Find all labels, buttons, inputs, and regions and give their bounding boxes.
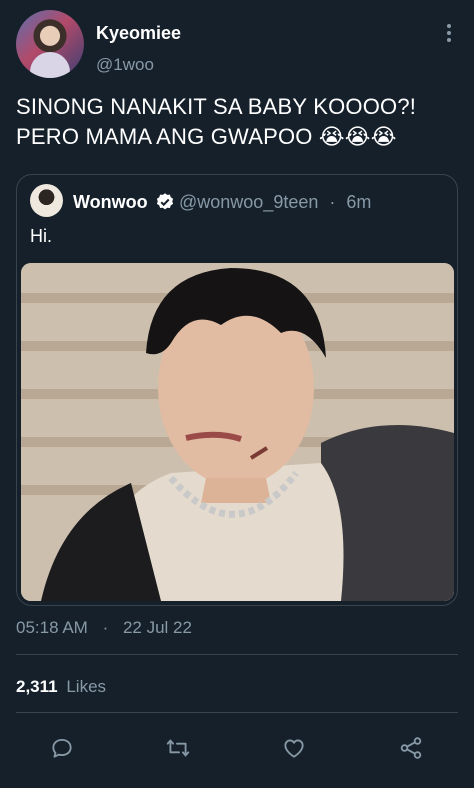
quoted-user-avatar[interactable]: [30, 184, 63, 217]
share-icon: [400, 737, 422, 759]
quoted-text: Hi.: [30, 226, 52, 246]
tweet-text-line: SINONG NANAKIT SA BABY KOOOO?!: [16, 94, 417, 119]
quoted-tweet[interactable]: Wonwoo @wonwoo_9teen · 6m Hi.: [16, 174, 458, 606]
quoted-handle[interactable]: @wonwoo_9teen: [179, 192, 318, 212]
verified-badge-icon: [156, 193, 174, 210]
quoted-handle-row: @wonwoo_9teen · 6m: [179, 192, 371, 213]
action-bar: [0, 728, 474, 768]
tweet-text: SINONG NANAKIT SA BABY KOOOO?! PERO MAMA…: [16, 92, 458, 152]
tweet-time: 05:18 AM: [16, 618, 88, 637]
divider: [16, 654, 458, 655]
separator-dot: ·: [329, 192, 336, 212]
tweet-header: Kyeomiee @1woo: [16, 10, 458, 80]
reply-icon: [52, 738, 72, 758]
user-avatar[interactable]: [16, 10, 84, 78]
retweet-button[interactable]: [158, 728, 198, 768]
reply-button[interactable]: [42, 728, 82, 768]
avatar-figure: [30, 52, 70, 78]
more-options-icon[interactable]: [446, 24, 452, 46]
likes-stat[interactable]: 2,311 Likes: [16, 677, 106, 697]
like-icon: [284, 739, 304, 758]
tweet-timestamp[interactable]: 05:18 AM · 22 Jul 22: [16, 618, 192, 638]
photo-portrait: [21, 263, 454, 601]
user-handle[interactable]: @1woo: [96, 55, 154, 75]
like-button[interactable]: [274, 728, 314, 768]
likes-label: Likes: [66, 677, 107, 696]
quoted-display-name[interactable]: Wonwoo: [73, 192, 148, 213]
retweet-icon: [166, 739, 190, 757]
divider: [16, 712, 458, 713]
quoted-age[interactable]: 6m: [346, 192, 371, 212]
share-button[interactable]: [391, 728, 431, 768]
user-display-name[interactable]: Kyeomiee: [96, 23, 181, 44]
quoted-photo[interactable]: [21, 263, 454, 601]
tweet-text-line: PERO MAMA ANG GWAPOO 😭😭😭: [16, 124, 397, 149]
likes-count: 2,311: [16, 677, 58, 696]
tweet-date: 22 Jul 22: [122, 618, 192, 637]
separator-dot: ·: [102, 618, 109, 637]
